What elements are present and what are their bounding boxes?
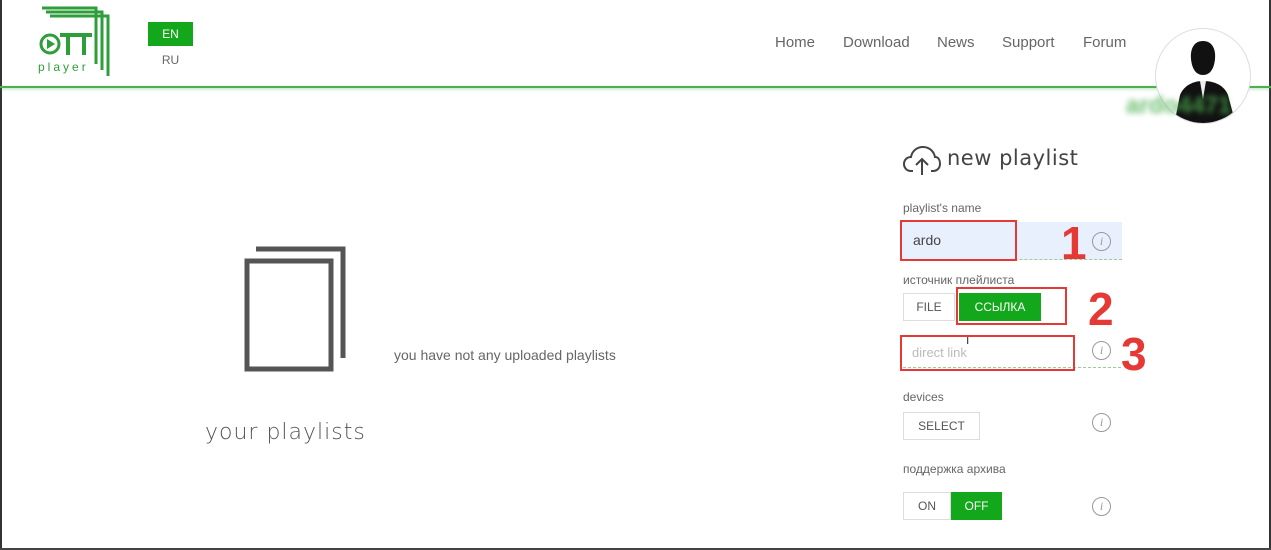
logo-text: player (38, 60, 89, 74)
playlist-source-label: источник плейлиста (903, 273, 1015, 287)
archive-on-button[interactable]: ON (903, 492, 951, 520)
devices-label: devices (903, 390, 944, 404)
annotation-number-1: 1 (1061, 217, 1087, 269)
annotation-box-2 (956, 287, 1067, 325)
header-divider (0, 86, 1271, 88)
nav-forum-link[interactable]: Forum (1083, 34, 1126, 54)
annotation-box-1 (900, 220, 1017, 261)
empty-playlists-message: you have not any uploaded playlists (394, 347, 616, 363)
archive-off-button[interactable]: OFF (951, 492, 1002, 520)
archive-info-icon[interactable]: i (1092, 497, 1111, 516)
annotation-box-3 (900, 335, 1075, 371)
devices-info-icon[interactable]: i (1092, 413, 1111, 432)
source-file-button[interactable]: FILE (903, 293, 955, 321)
username: ardo4471 (1126, 92, 1232, 119)
lang-ru-button[interactable]: RU (148, 50, 193, 70)
cloud-upload-icon (903, 145, 941, 175)
nav-support-link[interactable]: Support (1002, 34, 1055, 54)
annotation-number-2: 2 (1088, 283, 1114, 335)
new-playlist-title: new playlist (947, 146, 1079, 170)
playlist-name-label: playlist's name (903, 201, 982, 215)
devices-select-button[interactable]: SELECT (903, 412, 980, 440)
playlist-name-info-icon[interactable]: i (1092, 232, 1111, 251)
archive-support-label: поддержка архива (903, 462, 1006, 476)
lang-en-button[interactable]: EN (148, 22, 193, 46)
nav-download-link[interactable]: Download (843, 34, 910, 54)
annotation-number-3: 3 (1121, 328, 1147, 380)
direct-link-info-icon[interactable]: i (1092, 341, 1111, 360)
your-playlists-title: your playlists (205, 420, 366, 445)
nav-home-link[interactable]: Home (775, 34, 815, 54)
site-header: player EN RU Home Download News Support … (0, 0, 1271, 88)
documents-icon (244, 246, 346, 372)
nav-news-link[interactable]: News (937, 34, 975, 54)
